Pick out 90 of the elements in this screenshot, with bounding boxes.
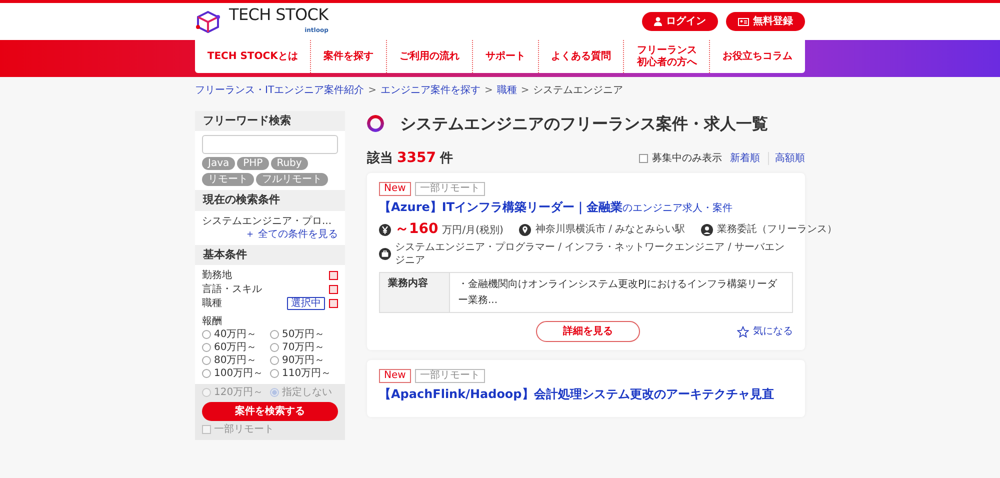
show-all-link[interactable]: ＋ 全ての条件を見る xyxy=(244,228,338,240)
breadcrumb-link[interactable]: フリーランス・ITエンジニア案件紹介 xyxy=(195,84,364,97)
count-label: 該当 xyxy=(367,150,393,168)
breadcrumb-separator: > xyxy=(484,84,493,97)
breadcrumb-link[interactable]: エンジニア案件を探す xyxy=(380,84,480,97)
location-text: 神奈川県横浜市 / みなとみらい駅 xyxy=(535,223,686,236)
new-tag: New xyxy=(379,369,411,384)
radio-button[interactable] xyxy=(202,368,211,378)
location-icon xyxy=(519,224,532,236)
sort-link[interactable]: 新着順 xyxy=(730,152,760,165)
keyword-tag[interactable]: Java xyxy=(202,157,236,170)
radio-button[interactable] xyxy=(270,330,279,339)
breadcrumb-separator: > xyxy=(520,84,530,97)
checkbox[interactable] xyxy=(639,154,648,163)
selected-badge: 選択中 xyxy=(287,297,325,310)
keyword-tag[interactable]: リモート xyxy=(202,173,254,186)
remote-tag: 一部リモート xyxy=(414,369,485,384)
contract-text: 業務委託（フリーランス） xyxy=(717,223,838,236)
nav-link[interactable]: サポート xyxy=(485,50,526,62)
radio-button[interactable] xyxy=(270,368,279,378)
sort-link[interactable]: 高額順 xyxy=(768,152,805,165)
keyword-tag[interactable]: PHP xyxy=(237,157,269,170)
yen-icon xyxy=(379,224,391,236)
search-field[interactable] xyxy=(202,135,338,154)
keyword-tag[interactable]: フルリモート xyxy=(256,173,328,186)
remote-tag: 一部リモート xyxy=(414,182,485,196)
nav-link[interactable]: フリーランス xyxy=(636,45,697,56)
radio-button[interactable] xyxy=(270,342,279,352)
job-title[interactable]: 【Azure】ITインフラ構築リーダー｜金融業 xyxy=(379,200,623,214)
breadcrumb-current: システムエンジニア xyxy=(533,84,624,97)
radio-button[interactable] xyxy=(270,356,279,365)
ring-icon xyxy=(367,115,384,132)
briefcase-icon xyxy=(379,248,391,260)
favorite-link[interactable]: 気になる xyxy=(737,325,793,338)
radio-label: 120万円～ xyxy=(214,386,264,399)
radio-label: 40万円～ xyxy=(214,328,257,341)
star-icon xyxy=(737,326,749,338)
details-button[interactable]: 詳細を見る xyxy=(536,321,640,342)
breadcrumb-link[interactable]: 職種 xyxy=(496,84,517,97)
count-unit: 件 xyxy=(440,150,453,168)
salary-unit: 万円/月(税別) xyxy=(442,224,504,238)
logo-text: TECH STOCK xyxy=(229,7,328,23)
radio-button[interactable] xyxy=(202,388,211,397)
radio-label: 70万円～ xyxy=(282,340,325,354)
job-title[interactable]: 【ApachFlink/Hadoop】会計処理システム更改のアーキテクチャ見直 xyxy=(379,387,774,402)
register-button[interactable]: 無料登録 xyxy=(726,12,805,31)
breadcrumb-separator: > xyxy=(368,84,376,97)
nav-link[interactable]: 案件を探す xyxy=(324,50,374,62)
search-button[interactable]: 案件を検索する xyxy=(202,402,338,421)
salary-amount: ～160 xyxy=(395,222,438,236)
radio-label: 90万円～ xyxy=(282,354,325,367)
radio-label: 110万円～ xyxy=(282,366,332,380)
nav-link[interactable]: よくある質問 xyxy=(551,50,612,62)
nav-link[interactable]: お役立ちコラム xyxy=(722,50,793,62)
radio-button[interactable] xyxy=(202,330,211,339)
keyword-tag[interactable]: Ruby xyxy=(270,157,308,170)
radio-button[interactable] xyxy=(202,342,211,352)
job-type-text: システムエンジニア・プログラマー / インフラ・ネットワークエンジニア / サーバエンジニア xyxy=(395,241,786,268)
table-cell-text: ・金融機関向けオンラインシステム更改PJにおけるインフラ構築リーダー業務... xyxy=(457,278,778,308)
condition-text: システムエンジニア・プロ... xyxy=(202,214,333,228)
page-title: システムエンジニアのフリーランス案件・求人一覧 xyxy=(400,113,768,135)
radio-label: 50万円～ xyxy=(282,328,325,341)
login-button[interactable]: ログイン xyxy=(642,12,718,31)
id-card-icon xyxy=(738,18,749,26)
new-tag: New xyxy=(379,182,411,196)
job-title-suffix: のエンジニア求人・案件 xyxy=(622,203,733,214)
nav-link[interactable]: 初心者の方へ xyxy=(636,56,697,68)
checkbox-label: 一部リモート xyxy=(214,422,274,436)
section-heading: フリーワード検索 xyxy=(195,111,345,132)
checkbox-label: 募集中のみ表示 xyxy=(652,152,722,165)
logo-icon xyxy=(195,10,221,34)
result-count: 3357 xyxy=(397,148,436,167)
radio-label: 100万円～ xyxy=(214,366,264,380)
person-icon xyxy=(654,17,662,26)
checkbox[interactable] xyxy=(202,424,211,434)
radio-label: 80万円～ xyxy=(214,354,257,367)
radio-button[interactable] xyxy=(202,356,211,365)
radio-label: 指定しない xyxy=(282,386,332,399)
condition-label: 職種 xyxy=(202,296,222,311)
condition-label: 勤務地 xyxy=(202,268,232,283)
nav-link[interactable]: ご利用の流れ xyxy=(399,50,460,62)
section-heading: 基本条件 xyxy=(195,244,345,265)
section-heading: 現在の検索条件 xyxy=(195,190,345,211)
pay-label: 報酬 xyxy=(202,314,223,328)
nav-link[interactable]: TECH STOCKとは xyxy=(207,50,298,62)
table-header-cell: 業務内容 xyxy=(380,273,450,312)
radio-button[interactable] xyxy=(270,388,279,397)
condition-label: 言語・スキル xyxy=(202,282,262,297)
radio-label: 60万円～ xyxy=(214,340,257,354)
person-icon xyxy=(701,224,714,236)
